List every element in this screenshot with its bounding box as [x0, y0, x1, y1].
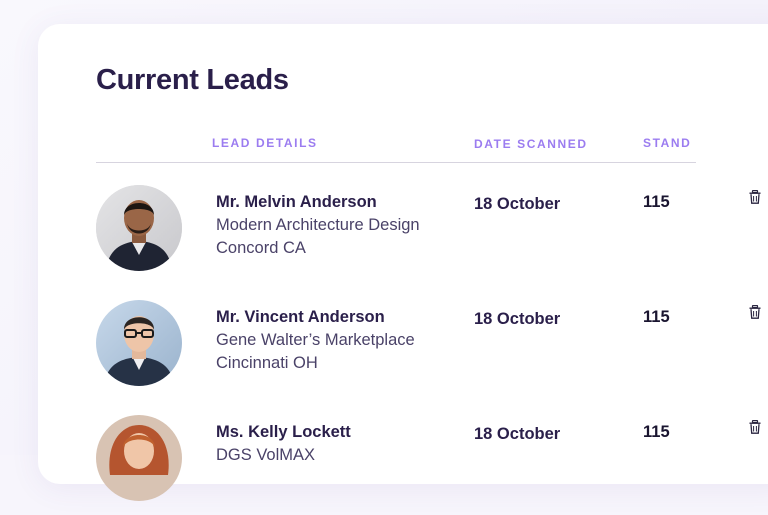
trash-icon[interactable]: [749, 304, 761, 319]
trash-icon[interactable]: [749, 189, 761, 204]
lead-company: Gene Walter’s Marketplace: [216, 331, 415, 349]
lead-location: Cincinnati OH: [216, 354, 318, 372]
page-title: Current Leads: [96, 64, 289, 96]
avatar: [96, 300, 182, 386]
column-header-date-scanned[interactable]: DATE SCANNED: [474, 137, 588, 151]
header-divider: [96, 162, 696, 163]
lead-row[interactable]: Mr. Melvin Anderson Modern Architecture …: [96, 185, 768, 285]
trash-icon[interactable]: [749, 419, 761, 434]
lead-date-scanned: 18 October: [474, 425, 561, 443]
lead-row[interactable]: Ms. Kelly Lockett DGS VolMAX 18 October …: [96, 415, 768, 515]
lead-name[interactable]: Ms. Kelly Lockett: [216, 423, 351, 442]
lead-company: Modern Architecture Design: [216, 216, 420, 234]
lead-date-scanned: 18 October: [474, 195, 561, 213]
lead-name[interactable]: Mr. Melvin Anderson: [216, 193, 377, 212]
lead-location: Concord CA: [216, 239, 306, 257]
column-header-stand[interactable]: STAND: [643, 136, 691, 150]
avatar: [96, 415, 182, 501]
lead-company: DGS VolMAX: [216, 446, 316, 464]
lead-stand: 115: [643, 308, 670, 326]
avatar: [96, 185, 182, 271]
lead-stand: 115: [643, 423, 670, 441]
lead-date-scanned: 18 October: [474, 310, 561, 328]
lead-stand: 115: [643, 193, 670, 211]
column-header-lead-details[interactable]: LEAD DETAILS: [212, 136, 318, 150]
lead-name[interactable]: Mr. Vincent Anderson: [216, 308, 385, 327]
lead-row[interactable]: Mr. Vincent Anderson Gene Walter’s Marke…: [96, 300, 768, 400]
